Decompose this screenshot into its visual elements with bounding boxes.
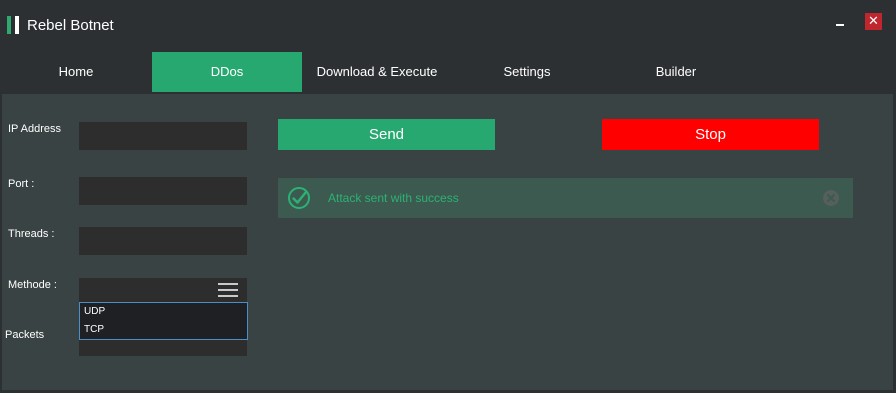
hamburger-icon-bar xyxy=(218,289,238,291)
app-logo-icon xyxy=(7,16,19,34)
stop-button[interactable]: Stop xyxy=(602,119,819,150)
tab-settings[interactable]: Settings xyxy=(452,52,602,92)
dismiss-alert-icon[interactable] xyxy=(822,189,840,207)
port-label: Port : xyxy=(8,178,35,190)
tab-bar: Home DDos Download & Execute Settings Bu… xyxy=(0,52,896,92)
method-label: Methode : xyxy=(8,279,57,291)
port-input[interactable] xyxy=(79,177,247,205)
alert-message: Attack sent with success xyxy=(328,191,459,205)
success-alert: Attack sent with success xyxy=(278,178,853,218)
method-menu-button[interactable] xyxy=(209,278,247,302)
tab-download-execute[interactable]: Download & Execute xyxy=(302,52,452,92)
close-button[interactable]: ✕ xyxy=(865,13,882,30)
hamburger-icon-bar xyxy=(218,295,238,297)
method-option-udp[interactable]: UDP xyxy=(84,306,105,317)
method-dropdown: UDP TCP xyxy=(79,302,248,340)
tab-ddos[interactable]: DDos xyxy=(152,52,302,92)
ip-address-label: IP Address xyxy=(8,123,61,135)
method-option-tcp[interactable]: TCP xyxy=(84,324,104,335)
title-bar: Rebel Botnet ✕ xyxy=(0,0,896,52)
method-select[interactable] xyxy=(79,278,209,302)
threads-label: Threads : xyxy=(8,228,55,240)
tab-home[interactable]: Home xyxy=(0,52,152,92)
send-button[interactable]: Send xyxy=(278,119,495,150)
tab-builder[interactable]: Builder xyxy=(602,52,750,92)
check-circle-icon xyxy=(288,187,310,209)
hamburger-icon xyxy=(218,283,238,285)
packets-label: Packets xyxy=(5,329,45,341)
app-title: Rebel Botnet xyxy=(27,17,114,34)
threads-input[interactable] xyxy=(79,227,247,255)
ip-address-input[interactable] xyxy=(79,122,247,150)
minimize-button[interactable] xyxy=(832,13,849,30)
